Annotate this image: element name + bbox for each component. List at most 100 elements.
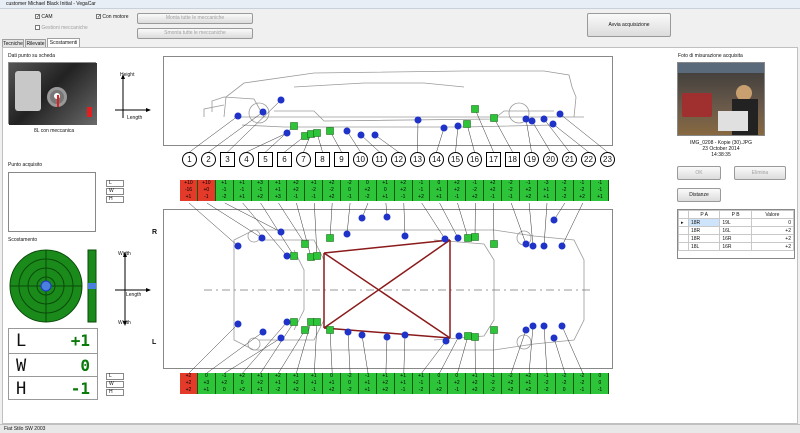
punto-acquisito-box: [8, 172, 96, 232]
deviation-cell: +2: [412, 194, 431, 201]
point-marker[interactable]: 1: [182, 152, 197, 167]
measurement-photo: [677, 62, 765, 136]
scostamento-title: Scostamento: [8, 237, 38, 243]
deviation-cell: -2: [323, 187, 342, 194]
table-row[interactable]: 18R 16R +2: [678, 234, 795, 243]
cam-checkbox[interactable]: CAM: [35, 14, 53, 20]
deviation-cell: -2: [341, 373, 359, 380]
deviation-cell: +2: [376, 387, 395, 394]
point-marker[interactable]: 4: [239, 152, 254, 167]
deviation-cell: +1: [269, 380, 288, 387]
point-marker[interactable]: 16: [467, 152, 482, 167]
deviation-cell: +1: [233, 180, 252, 187]
point-marker[interactable]: 21: [562, 152, 577, 167]
deviation-cell: +2: [448, 380, 467, 387]
point-marker[interactable]: 22: [581, 152, 596, 167]
deviation-cell: +1: [287, 373, 306, 380]
deviation-cell: 0: [555, 387, 574, 394]
point-marker[interactable]: 12: [391, 152, 406, 167]
deviation-cell: -1: [537, 373, 556, 380]
col-header: P B: [719, 210, 752, 219]
deviation-cell: +2: [484, 180, 503, 187]
point-marker[interactable]: 6: [277, 152, 292, 167]
deviation-cell: -2: [305, 187, 324, 194]
con-motore-checkbox[interactable]: Con motore: [96, 14, 129, 20]
deviation-cell: +2: [323, 387, 342, 394]
point-marker[interactable]: 14: [429, 152, 444, 167]
point-marker[interactable]: 17: [486, 152, 501, 167]
point-marker[interactable]: 23: [600, 152, 615, 167]
point-marker[interactable]: 5: [258, 152, 273, 167]
deviation-cell: +1: [358, 387, 377, 394]
tab-scostamenti[interactable]: Scostamenti: [47, 38, 80, 47]
table-row[interactable]: ▸ 18R 19L 0: [678, 218, 795, 227]
deviation-cell: -1: [466, 180, 485, 187]
deviation-cell: 0: [430, 180, 449, 187]
deviation-cell: -2: [573, 373, 592, 380]
elimina-button[interactable]: Elimina: [734, 166, 786, 180]
dati-punto-title: Dati punto su scheda: [8, 53, 55, 59]
table-row[interactable]: 18R 16L +2: [678, 226, 795, 235]
deviation-cell: -1: [591, 387, 610, 394]
tab-rilevate[interactable]: Rilevate: [25, 39, 46, 47]
point-marker[interactable]: 8: [315, 152, 330, 167]
deviation-cell: -1: [358, 373, 377, 380]
point-marker[interactable]: 18: [505, 152, 520, 167]
cam-label: CAM: [41, 14, 53, 20]
deviation-cell: +2: [215, 380, 234, 387]
point-marker[interactable]: 2: [201, 152, 216, 167]
point-marker[interactable]: 3: [220, 152, 235, 167]
gestioni-checkbox[interactable]: Gestioni meccaniche: [35, 25, 88, 31]
point-marker[interactable]: 19: [524, 152, 539, 167]
deviation-cell: +1: [233, 194, 252, 201]
deviation-cell: -2: [484, 387, 503, 394]
side-r-label: R: [152, 229, 158, 236]
point-marker[interactable]: 13: [410, 152, 425, 167]
deviation-cell: +2: [287, 187, 306, 194]
car-top-outline: [204, 229, 594, 351]
tab-tecniche[interactable]: Tecniche: [2, 39, 24, 47]
deviation-cell: +1: [358, 380, 377, 387]
axis-length-label: Length: [127, 115, 143, 121]
side-l-label: L: [152, 339, 157, 346]
smonta-button[interactable]: Smonta tutte le meccaniche: [137, 28, 253, 39]
deviation-cell: -2: [484, 380, 503, 387]
deviation-cell: 0: [448, 373, 467, 380]
point-marker[interactable]: 7: [296, 152, 311, 167]
point-marker[interactable]: 20: [543, 152, 558, 167]
deviation-cell: +2: [251, 194, 270, 201]
deviation-cell: +2: [502, 380, 520, 387]
point-marker[interactable]: 9: [334, 152, 349, 167]
deviation-cell: +3: [269, 194, 288, 201]
deviation-cell: -2: [269, 387, 288, 394]
deviation-cell: +3: [197, 380, 216, 387]
deviation-cell: +0: [197, 187, 216, 194]
deviation-cell: +2: [251, 380, 270, 387]
avvia-acquisizione-button[interactable]: Avvia acquisizione: [587, 13, 671, 37]
bottom-deviation-grid: +2 0 -1 +2 +1 +2 +1 +1 0 -2 -1 +1 +1 +1 0 0 +1 -1 -2 +2 -1 -2…: [180, 373, 610, 394]
deviation-cell: +2: [519, 373, 538, 380]
deviation-cell: +2: [502, 387, 520, 394]
deviation-cell: -1: [287, 194, 306, 201]
deviation-cell: +2: [519, 187, 538, 194]
lwh-value: +1: [70, 331, 90, 350]
point-marker[interactable]: 15: [448, 152, 463, 167]
deviation-cell: -2: [358, 194, 377, 201]
point-marker[interactable]: 11: [372, 152, 387, 167]
deviation-cell: +1: [323, 380, 342, 387]
distanze-button[interactable]: Distanze: [677, 188, 721, 202]
point-marker[interactable]: 10: [353, 152, 368, 167]
deviation-cell: +1: [394, 373, 413, 380]
deviation-cell: +2: [376, 380, 395, 387]
deviation-cell: +2: [394, 187, 413, 194]
deviation-cell: -2: [555, 187, 574, 194]
scostamento-indicator: [8, 246, 98, 324]
table-row[interactable]: 18L 16R +2: [678, 242, 795, 251]
deviation-cell: +2: [323, 194, 342, 201]
monta-button[interactable]: Monta tutte le meccaniche: [137, 13, 253, 24]
deviation-cell: +1: [251, 373, 270, 380]
deviation-cell: -1: [502, 194, 520, 201]
deviation-cell: +2: [287, 387, 306, 394]
ok-button[interactable]: OK: [677, 166, 721, 180]
deviation-cell: +1: [197, 387, 216, 394]
